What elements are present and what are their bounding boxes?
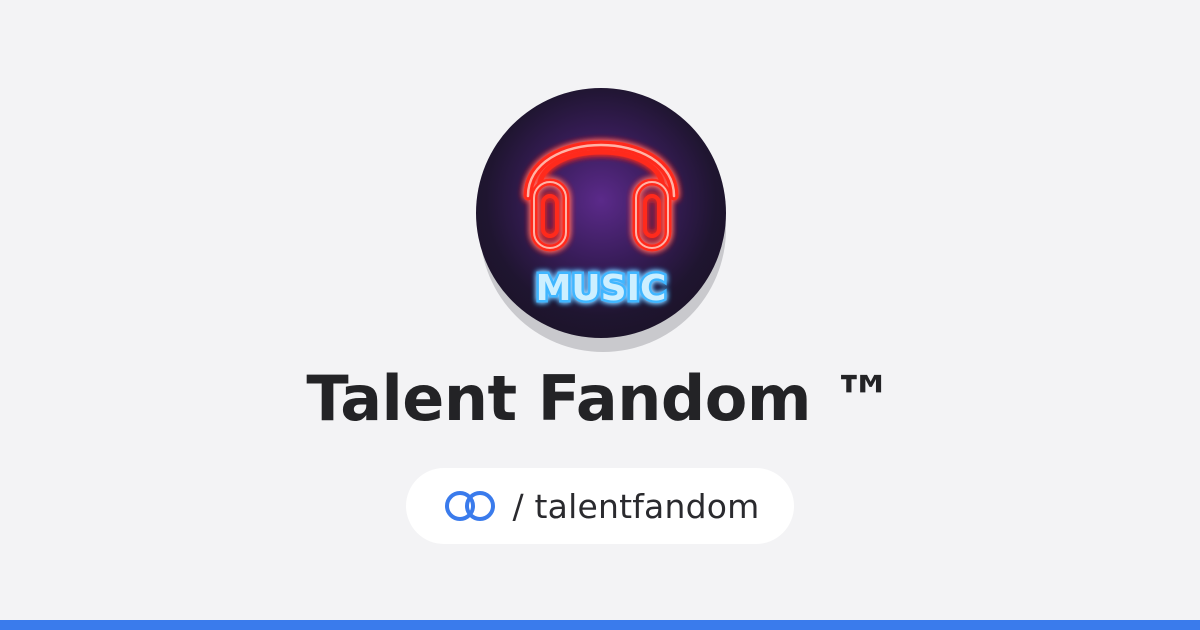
share-card: MUSIC MUSIC Talent Fandom ™ / talentfand… [0,0,1200,630]
profile-name: Talent Fandom ™ [306,362,894,435]
neon-headphones-icon: MUSIC MUSIC [523,140,679,312]
accent-bar [0,620,1200,630]
linked-rings-icon [444,491,495,521]
profile-avatar[interactable]: MUSIC MUSIC [476,88,736,360]
avatar-image: MUSIC MUSIC [476,88,726,338]
avatar-badge-text-core: MUSIC [536,268,667,309]
profile-handle-link[interactable]: / talentfandom [406,468,794,544]
profile-handle: / talentfandom [512,486,760,526]
